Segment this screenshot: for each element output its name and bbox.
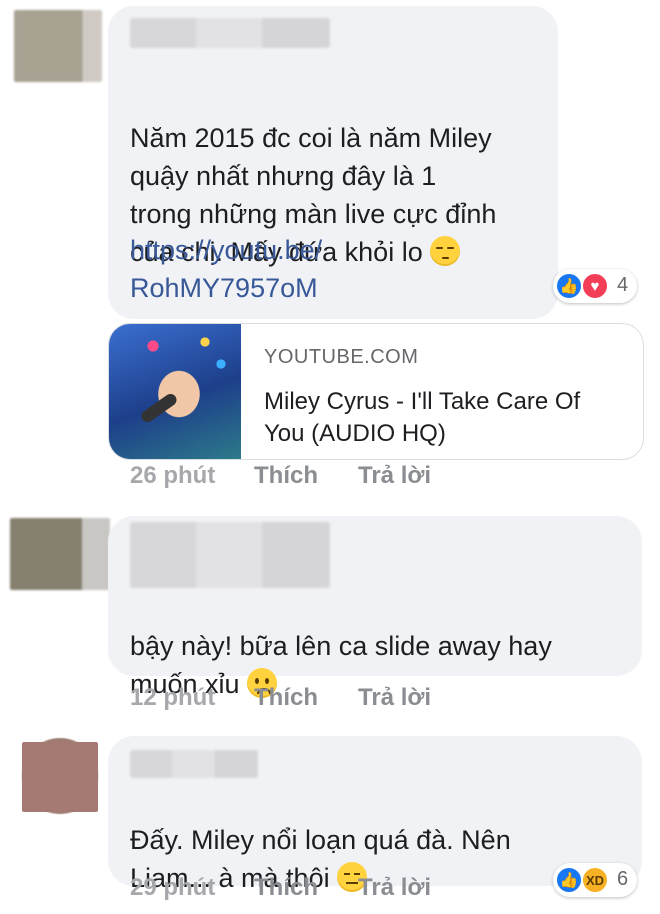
like-button[interactable]: Thích — [254, 874, 318, 902]
avatar[interactable] — [10, 518, 110, 590]
haha-icon: XD — [581, 866, 609, 894]
avatar[interactable] — [14, 10, 102, 82]
like-button[interactable]: Thích — [254, 462, 318, 490]
comment-time[interactable]: 12 phút — [130, 684, 215, 712]
comment-1: Năm 2015 đc coi là năm Miley quậy nhất n… — [0, 0, 660, 500]
author-name-blurred[interactable] — [130, 18, 330, 48]
avatar-overlay — [22, 742, 98, 812]
reply-button[interactable]: Trả lời — [358, 874, 431, 902]
like-icon: 👍 — [555, 272, 583, 300]
reaction-summary[interactable]: 👍 XD 6 — [553, 863, 637, 897]
video-thumbnail — [109, 324, 241, 459]
author-name-blurred[interactable] — [130, 522, 330, 588]
like-icon: 👍 — [555, 866, 583, 894]
comment-2: bậy này! bữa lên ca slide away hay muốn … — [0, 500, 660, 720]
reaction-summary[interactable]: 👍 ♥ 4 — [553, 269, 637, 303]
comment-time[interactable]: 26 phút — [130, 462, 215, 490]
reply-button[interactable]: Trả lời — [358, 684, 431, 712]
comment-link[interactable]: https://youtu.be/ RohMY7957oM — [130, 231, 322, 307]
reaction-count: 6 — [617, 868, 629, 890]
author-name-blurred[interactable] — [130, 750, 258, 778]
link-preview-card[interactable]: YOUTUBE.COM Miley Cyrus - I'll Take Care… — [108, 323, 644, 460]
comment-time[interactable]: 29 phút — [130, 874, 215, 902]
love-icon: ♥ — [581, 272, 609, 300]
reaction-count: 4 — [617, 274, 629, 296]
link-preview-source: YOUTUBE.COM — [264, 346, 419, 368]
like-button[interactable]: Thích — [254, 684, 318, 712]
comment-3: Đấy. Miley nổi loạn quá đà. Nên Liam... … — [0, 720, 660, 914]
link-preview-title: Miley Cyrus - I'll Take Care Of You (AUD… — [264, 388, 581, 447]
relieved-face-emoji-icon — [430, 236, 461, 266]
reply-button[interactable]: Trả lời — [358, 462, 431, 490]
